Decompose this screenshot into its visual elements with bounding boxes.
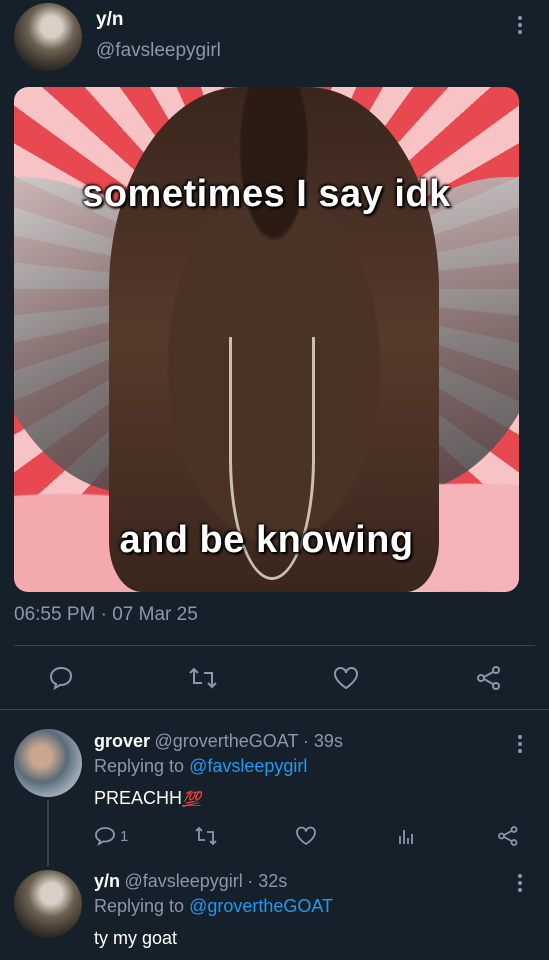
replying-to-label: Replying to [94, 756, 190, 776]
divider [0, 709, 549, 710]
hundred-points-emoji: 💯 [182, 791, 201, 808]
reply-author-name[interactable]: grover [94, 731, 150, 751]
share-icon[interactable] [476, 666, 502, 690]
tweet-image[interactable]: sometimes I say idk and be knowing [14, 87, 519, 592]
like-icon[interactable] [333, 666, 359, 690]
avatar[interactable] [14, 3, 82, 71]
thread-line [47, 800, 49, 866]
author-name[interactable]: y/n [96, 9, 123, 31]
author-handle[interactable]: @favsleepygirl [96, 40, 221, 62]
reply-count: 1 [120, 828, 129, 845]
reply-text: ty my goat [94, 928, 178, 948]
replying-to-link[interactable]: @grovertheGOAT [189, 896, 333, 916]
avatar[interactable] [14, 870, 82, 938]
avatar[interactable] [14, 729, 82, 797]
meme-caption-top: sometimes I say idk [82, 173, 451, 215]
divider [14, 645, 535, 646]
reply-icon[interactable] [48, 665, 74, 691]
retweet-icon[interactable] [194, 826, 218, 846]
replying-to-link[interactable]: @favsleepygirl [189, 756, 307, 776]
more-options-icon[interactable] [517, 735, 523, 753]
like-icon[interactable] [295, 826, 317, 846]
meme-caption-bottom: and be knowing [119, 519, 414, 561]
reply-author-name[interactable]: y/n [94, 871, 120, 891]
reply-time: · 39s [302, 731, 343, 751]
reply-author-handle[interactable]: @grovertheGOAT [154, 731, 298, 751]
stats-icon[interactable] [396, 826, 416, 846]
retweet-icon[interactable] [188, 666, 218, 690]
reply-text: PREACHH [94, 788, 183, 808]
more-options-icon[interactable] [517, 16, 523, 34]
share-icon[interactable] [497, 826, 519, 846]
reply-author-handle[interactable]: @favsleepygirl [124, 871, 242, 891]
more-options-icon[interactable] [517, 874, 523, 892]
reply-icon[interactable] [94, 826, 116, 846]
replying-to-label: Replying to [94, 896, 190, 916]
reply-time: · 32s [247, 871, 288, 891]
tweet-timestamp[interactable]: 06:55 PM · 07 Mar 25 [14, 604, 198, 626]
